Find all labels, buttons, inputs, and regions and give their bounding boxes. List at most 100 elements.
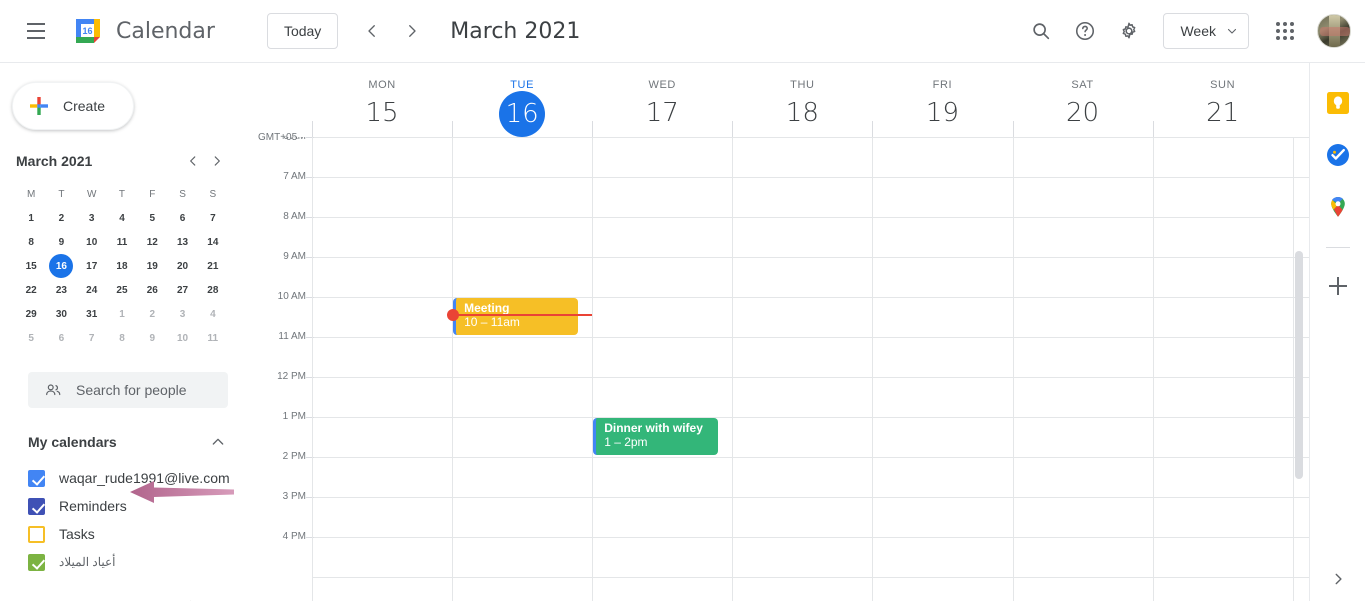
mini-calendar-day[interactable]: 30 <box>46 302 76 326</box>
google-tasks-icon[interactable] <box>1326 143 1350 167</box>
mini-calendar-day[interactable]: 24 <box>77 278 107 302</box>
day-number-label[interactable]: 17 <box>592 93 732 133</box>
search-people-input[interactable] <box>76 382 206 398</box>
mini-calendar-day[interactable]: 5 <box>16 326 46 350</box>
mini-calendar-day[interactable]: 4 <box>198 302 228 326</box>
mini-calendar-day[interactable]: 5 <box>137 206 167 230</box>
hour-label: 1 PM <box>282 411 306 422</box>
mini-calendar-day[interactable]: 11 <box>198 326 228 350</box>
calendar-scroll-area[interactable]: 6 AM 7 AM 8 AM 9 AM 10 AM 11 AM 12 PM 1 PM 2 PM 3… <box>256 137 1309 601</box>
calendar-event[interactable]: Meeting 10 – 11am <box>453 298 579 335</box>
settings-button[interactable] <box>1107 9 1151 53</box>
mini-calendar-prev-button[interactable] <box>182 150 204 172</box>
day-number-label[interactable]: 19 <box>872 93 1012 133</box>
mini-calendar-day[interactable]: 15 <box>16 254 46 278</box>
other-calendars-collapse-icon[interactable] <box>208 596 228 601</box>
day-header-sat[interactable]: SAT 20 <box>1013 63 1153 133</box>
mini-calendar-day[interactable]: 27 <box>167 278 197 302</box>
calendar-checkbox[interactable] <box>28 553 45 571</box>
create-event-button[interactable]: Create <box>12 82 134 130</box>
mini-calendar-day[interactable]: 16 <box>46 254 76 278</box>
mini-calendar-day[interactable]: 10 <box>77 230 107 254</box>
hamburger-menu-icon[interactable] <box>12 7 60 55</box>
search-for-people-field[interactable] <box>28 372 228 408</box>
mini-calendar-day[interactable]: 8 <box>107 326 137 350</box>
next-period-button[interactable] <box>392 11 432 51</box>
calendar-name-label: Tasks <box>59 526 95 542</box>
calendar-list-item[interactable]: Tasks <box>28 520 248 548</box>
google-maps-icon[interactable] <box>1326 195 1350 219</box>
day-header-wed[interactable]: WED 17 <box>592 63 732 133</box>
current-date-title: March 2021 <box>450 18 581 44</box>
view-mode-selector[interactable]: Week <box>1163 13 1249 49</box>
day-number-label[interactable]: 20 <box>1013 93 1153 133</box>
calendar-vertical-scrollbar[interactable] <box>1295 251 1303 479</box>
my-calendars-section-header[interactable]: My calendars <box>28 430 228 454</box>
mini-calendar-day[interactable]: 6 <box>46 326 76 350</box>
mini-calendar-day[interactable]: 10 <box>167 326 197 350</box>
day-number-label[interactable]: 18 <box>732 93 872 133</box>
mini-calendar-day[interactable]: 9 <box>137 326 167 350</box>
mini-calendar-day[interactable]: 22 <box>16 278 46 302</box>
day-header-fri[interactable]: FRI 19 <box>872 63 1012 133</box>
mini-calendar-day[interactable]: 17 <box>77 254 107 278</box>
calendar-checkbox[interactable] <box>28 525 45 543</box>
mini-calendar-day[interactable]: 8 <box>16 230 46 254</box>
plus-icon <box>27 94 51 118</box>
day-number-label[interactable]: 15 <box>312 93 452 133</box>
mini-calendar-day[interactable]: 2 <box>46 206 76 230</box>
day-header-tue[interactable]: TUE 16 <box>452 63 592 137</box>
day-header-sun[interactable]: SUN 21 <box>1153 63 1293 133</box>
mini-calendar-day[interactable]: 25 <box>107 278 137 302</box>
search-button[interactable] <box>1019 9 1063 53</box>
day-header-mon[interactable]: MON 15 <box>312 63 452 133</box>
day-header-thu[interactable]: THU 18 <box>732 63 872 133</box>
mini-calendar-day[interactable]: 31 <box>77 302 107 326</box>
mini-calendar-day[interactable]: 11 <box>107 230 137 254</box>
mini-calendar-day[interactable]: 26 <box>137 278 167 302</box>
mini-calendar-day[interactable]: 21 <box>198 254 228 278</box>
add-app-plus-icon[interactable] <box>1326 274 1350 298</box>
mini-calendar-day[interactable]: 19 <box>137 254 167 278</box>
mini-calendar-day[interactable]: 1 <box>107 302 137 326</box>
mini-calendar-day[interactable]: 29 <box>16 302 46 326</box>
calendar-list-item[interactable]: Reminders <box>28 492 248 520</box>
calendar-logo-link[interactable]: 16 Calendar <box>68 11 215 51</box>
mini-calendar-day[interactable]: 23 <box>46 278 76 302</box>
google-apps-button[interactable] <box>1265 11 1305 51</box>
mini-calendar-day[interactable]: 3 <box>167 302 197 326</box>
mini-calendar-day[interactable]: 12 <box>137 230 167 254</box>
today-button[interactable]: Today <box>266 13 339 49</box>
google-keep-icon[interactable] <box>1326 91 1350 115</box>
mini-calendar-next-button[interactable] <box>206 150 228 172</box>
mini-calendar-day[interactable]: 18 <box>107 254 137 278</box>
mini-calendar-day[interactable]: 4 <box>107 206 137 230</box>
mini-calendar-day[interactable]: 13 <box>167 230 197 254</box>
mini-calendar-day[interactable]: 14 <box>198 230 228 254</box>
mini-calendar-week-row: 1234567 <box>16 206 228 230</box>
help-button[interactable] <box>1063 9 1107 53</box>
calendar-checkbox[interactable] <box>28 497 45 515</box>
mini-calendar-day[interactable]: 3 <box>77 206 107 230</box>
calendar-checkbox[interactable] <box>28 469 45 487</box>
previous-period-button[interactable] <box>352 11 392 51</box>
my-calendars-collapse-icon[interactable] <box>208 432 228 452</box>
calendar-event[interactable]: Dinner with wifey 1 – 2pm <box>593 418 719 455</box>
account-avatar[interactable] <box>1317 14 1351 48</box>
mini-calendar-day[interactable]: 7 <box>198 206 228 230</box>
other-calendars-section-header[interactable]: Other calendars <box>28 594 228 601</box>
add-other-calendar-button[interactable] <box>180 596 200 601</box>
day-number-label[interactable]: 21 <box>1153 93 1293 133</box>
mini-calendar-day[interactable]: 28 <box>198 278 228 302</box>
expand-side-panel-button[interactable] <box>1326 567 1350 591</box>
mini-calendar-day[interactable]: 20 <box>167 254 197 278</box>
calendar-list-item[interactable]: أعياد الميلاد <box>28 548 248 576</box>
day-number-label[interactable]: 16 <box>499 91 546 137</box>
mini-calendar-day[interactable]: 2 <box>137 302 167 326</box>
mini-calendar-day[interactable]: 1 <box>16 206 46 230</box>
mini-calendar-day[interactable]: 6 <box>167 206 197 230</box>
mini-calendar-day[interactable]: 7 <box>77 326 107 350</box>
calendar-list-item[interactable]: waqar_rude1991@live.com <box>28 464 248 492</box>
mini-calendar-day[interactable]: 9 <box>46 230 76 254</box>
hour-gridline <box>312 457 1309 458</box>
